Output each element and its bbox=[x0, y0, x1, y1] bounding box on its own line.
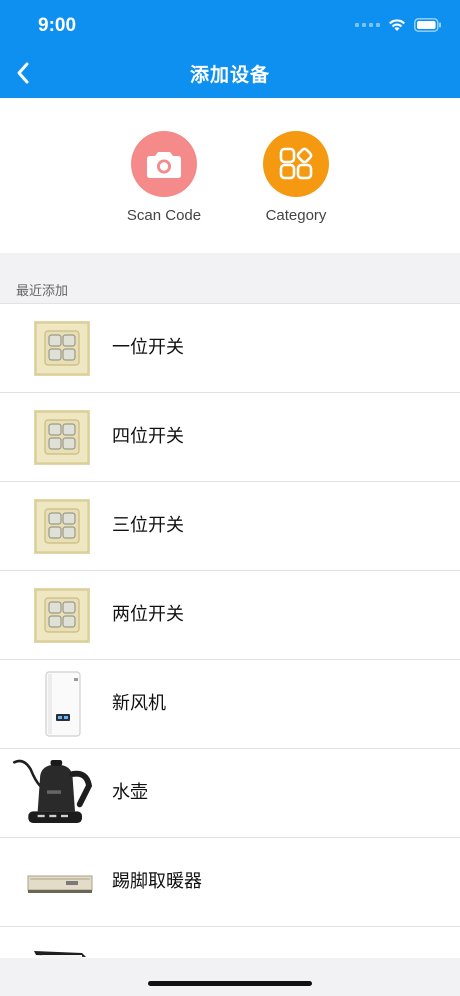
category-grid-icon bbox=[279, 147, 313, 180]
list-item[interactable]: 水壶 bbox=[0, 749, 460, 838]
add-actions-panel: Scan Code Category bbox=[0, 98, 460, 253]
scan-code-circle bbox=[131, 131, 197, 197]
device-name: 水壶 bbox=[112, 782, 148, 803]
list-item[interactable]: 新风机 bbox=[0, 660, 460, 749]
device-name: 一位开关 bbox=[112, 337, 184, 358]
scan-code-label: Scan Code bbox=[126, 207, 202, 224]
status-time: 9:00 bbox=[38, 15, 77, 36]
switch-panel-icon bbox=[34, 499, 90, 554]
switch-panel-icon bbox=[34, 321, 90, 376]
device-name: 踢脚取暖器 bbox=[112, 871, 202, 892]
page-title: 添加设备 bbox=[189, 64, 270, 86]
device-thumbnail-icon bbox=[34, 951, 86, 959]
battery-icon bbox=[414, 18, 441, 32]
status-icons bbox=[355, 18, 442, 32]
home-bar bbox=[0, 958, 460, 996]
device-name: 四位开关 bbox=[112, 426, 184, 447]
scan-code-button[interactable]: Scan Code bbox=[104, 131, 224, 224]
list-item[interactable]: 踢脚取暖器 bbox=[0, 838, 460, 927]
switch-panel-icon bbox=[34, 588, 90, 643]
air-unit-icon bbox=[45, 671, 81, 737]
list-item[interactable]: 一位开关 bbox=[0, 304, 460, 393]
app-header: 9:00 添加设备 bbox=[0, 0, 460, 98]
list-item[interactable]: 三位开关 bbox=[0, 482, 460, 571]
recent-device-list: 一位开关 四位开关 三位开关 两位开关 新风机 水壶 踢脚取暖器 bbox=[0, 303, 460, 959]
list-item-partial[interactable] bbox=[0, 927, 460, 959]
recent-section-title: 最近添加 bbox=[16, 284, 69, 299]
camera-icon bbox=[147, 152, 181, 178]
category-circle bbox=[263, 131, 329, 197]
list-item[interactable]: 四位开关 bbox=[0, 393, 460, 482]
list-item[interactable]: 两位开关 bbox=[0, 571, 460, 660]
device-name: 两位开关 bbox=[112, 604, 184, 625]
home-indicator[interactable] bbox=[148, 981, 312, 986]
category-button[interactable]: Category bbox=[236, 131, 356, 224]
kettle-icon bbox=[13, 759, 93, 823]
category-label: Category bbox=[265, 207, 327, 224]
cellular-signal-icon bbox=[355, 23, 380, 27]
switch-panel-icon bbox=[34, 410, 90, 465]
device-name: 新风机 bbox=[112, 693, 166, 714]
heater-icon bbox=[27, 875, 93, 893]
wifi-icon bbox=[389, 19, 405, 31]
device-name: 三位开关 bbox=[112, 515, 184, 536]
